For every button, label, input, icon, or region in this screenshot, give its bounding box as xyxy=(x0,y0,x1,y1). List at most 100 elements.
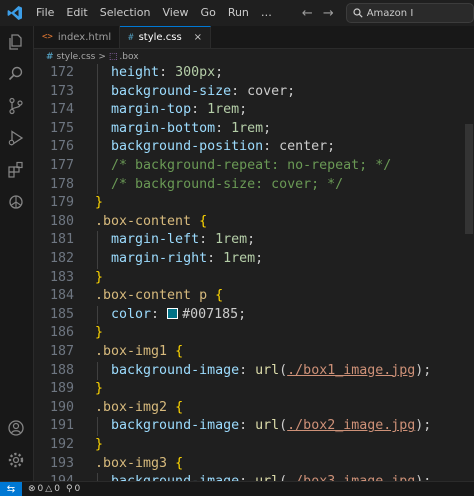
menu-run[interactable]: Run xyxy=(222,0,255,26)
code-token: } xyxy=(95,269,104,285)
code-text: .box-content p { xyxy=(95,287,223,306)
code-text: margin-right: 1rem; xyxy=(95,250,263,269)
code-token: ; xyxy=(263,120,272,136)
warning-icon: △ xyxy=(45,484,53,494)
line-number: 190 xyxy=(49,399,74,415)
search-view-icon[interactable] xyxy=(6,64,26,84)
settings-gear-icon[interactable] xyxy=(6,450,26,470)
extensions-icon[interactable] xyxy=(6,160,26,180)
code-token: color xyxy=(111,306,152,322)
command-center-search[interactable]: Amazon I xyxy=(345,3,474,23)
code-line[interactable]: 188 background-image: url(./box1_image.j… xyxy=(34,361,474,381)
menu-bar: File Edit Selection View Go Run … xyxy=(30,0,278,26)
code-token: ; xyxy=(247,232,256,248)
line-number: 194 xyxy=(34,473,74,481)
menu-file[interactable]: File xyxy=(30,0,60,26)
antenna-icon: ⚲ xyxy=(65,484,73,494)
forward-arrow-icon[interactable]: → xyxy=(323,6,334,21)
run-debug-icon[interactable] xyxy=(6,128,26,148)
breadcrumb-symbol[interactable]: .box xyxy=(119,52,138,62)
line-number: 178 xyxy=(49,176,74,192)
tab-index-html[interactable]: <> index.html xyxy=(34,26,121,48)
remote-indicator-icon[interactable]: ⇆ xyxy=(0,482,22,496)
chatgpt-extension-icon[interactable] xyxy=(6,192,26,212)
line-number: 186 xyxy=(49,325,74,341)
code-line[interactable]: 184 .box-content p { xyxy=(34,287,474,306)
menu-more[interactable]: … xyxy=(255,0,278,26)
code-text: margin-top: 1rem; xyxy=(95,101,247,120)
code-line[interactable]: 180 .box-content { xyxy=(34,213,474,232)
code-line[interactable]: 191 background-image: url(./box2_image.j… xyxy=(34,417,474,436)
code-text: } xyxy=(95,269,103,288)
ports-count: 0 xyxy=(74,484,81,494)
problems-indicator[interactable]: ⊗ 0 △ 0 xyxy=(28,484,60,494)
code-line[interactable]: 179} xyxy=(34,194,474,213)
close-tab-icon[interactable]: × xyxy=(194,32,202,43)
code-line[interactable]: 186} xyxy=(34,324,474,343)
menu-selection[interactable]: Selection xyxy=(94,0,157,26)
menu-edit[interactable]: Edit xyxy=(60,0,93,26)
code-line[interactable]: 172 height: 300px; xyxy=(34,64,474,83)
code-token: { xyxy=(199,213,208,229)
code-token: : xyxy=(239,474,255,481)
account-icon[interactable] xyxy=(6,418,26,438)
code-editor[interactable]: 172 height: 300px; 173 background-size: c… xyxy=(34,64,474,481)
code-line[interactable]: 192} xyxy=(34,436,474,455)
code-token: ( xyxy=(279,362,288,378)
code-line[interactable]: 175 margin-bottom: 1rem; xyxy=(34,119,474,139)
code-line[interactable]: 177 /* background-repeat: no-repeat; */ xyxy=(34,157,474,176)
code-text: /* background-size: cover; */ xyxy=(95,176,343,195)
code-line[interactable]: 187 .box-img1 { xyxy=(34,343,474,362)
code-text: color: #007185; xyxy=(95,306,246,325)
tab-style-css[interactable]: # style.css × xyxy=(120,26,212,48)
code-token: background-image xyxy=(111,362,240,378)
warning-count: 0 xyxy=(54,484,60,494)
activity-bar xyxy=(0,26,34,481)
line-number: 183 xyxy=(49,269,74,285)
code-token: : cover; xyxy=(231,83,296,99)
code-token: #007185 xyxy=(182,306,239,322)
back-arrow-icon[interactable]: ← xyxy=(302,6,313,21)
code-line[interactable]: 193 .box-img3 { xyxy=(34,455,474,474)
code-line[interactable]: 181 margin-left: 1rem; xyxy=(34,231,474,250)
code-token: ./box3_image.jpg xyxy=(287,474,415,481)
line-number: 180 xyxy=(49,213,74,229)
code-token: : xyxy=(159,65,176,80)
menu-go[interactable]: Go xyxy=(195,0,222,26)
breadcrumb-separator: > xyxy=(98,51,106,62)
color-swatch[interactable] xyxy=(167,307,179,319)
ports-indicator[interactable]: ⚲ 0 xyxy=(66,484,80,494)
code-token: background-image xyxy=(111,418,240,434)
line-number: 181 xyxy=(49,232,74,248)
code-line[interactable]: 176 background-position: center; xyxy=(34,138,474,157)
line-number: 177 xyxy=(49,158,74,173)
code-line[interactable]: 194 background-image: url(./box3_image.j… xyxy=(34,473,474,481)
code-token: .box-img1 xyxy=(95,344,176,359)
line-number: 176 xyxy=(49,139,74,155)
code-line[interactable]: 173 background-size: cover; xyxy=(34,82,474,102)
code-line[interactable]: 178 /* background-size: cover; */ xyxy=(34,175,474,195)
code-token: /* background-repeat: no-repeat; */ xyxy=(111,158,392,173)
code-token: .box-img2 xyxy=(95,399,176,415)
symbol-icon: ⬚ xyxy=(108,51,118,62)
code-line[interactable]: 174 margin-top: 1rem; xyxy=(34,101,474,120)
code-token: : xyxy=(151,306,168,322)
code-line[interactable]: 190 .box-img2 { xyxy=(34,399,474,418)
code-text: .box-content { xyxy=(95,213,207,232)
code-line[interactable]: 189} xyxy=(34,380,474,399)
code-token: ); xyxy=(415,362,432,378)
breadcrumb-file[interactable]: style.css xyxy=(57,52,96,62)
source-control-icon[interactable] xyxy=(6,96,26,116)
code-token: { xyxy=(175,399,184,415)
menu-view[interactable]: View xyxy=(156,0,194,26)
code-line[interactable]: 182 margin-right: 1rem; xyxy=(34,250,474,269)
code-line[interactable]: 185 color: #007185; xyxy=(34,305,474,325)
code-line[interactable]: 183} xyxy=(34,269,474,288)
code-text: .box-img1 { xyxy=(95,343,183,362)
code-text: margin-bottom: 1rem; xyxy=(95,120,271,139)
code-token: background-position xyxy=(111,139,264,155)
code-text: /* background-repeat: no-repeat; */ xyxy=(95,157,391,176)
explorer-icon[interactable] xyxy=(6,32,26,52)
code-token: margin-top xyxy=(111,102,192,118)
code-token: ; xyxy=(238,306,247,322)
